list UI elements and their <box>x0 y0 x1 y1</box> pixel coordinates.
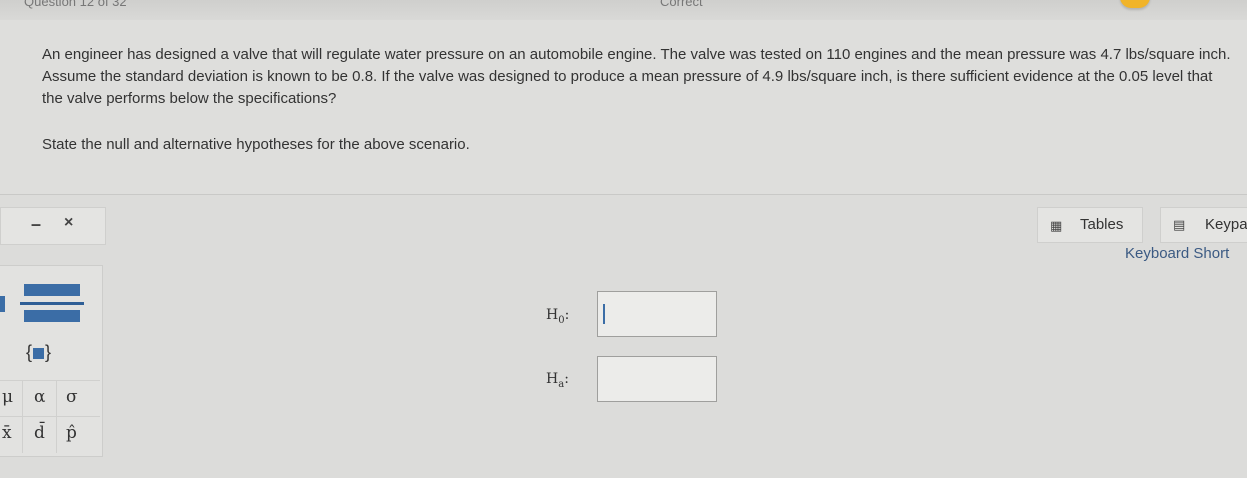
fraction-edge-marker <box>0 296 5 312</box>
x-bar-button[interactable]: x̄ <box>2 423 12 443</box>
sigma-button[interactable]: σ <box>66 387 78 407</box>
set-open-brace: { <box>26 342 33 362</box>
fraction-denominator-placeholder <box>24 310 80 322</box>
question-counter: Question 12 of 32 <box>24 0 127 9</box>
set-close-brace: } <box>45 342 52 362</box>
progress-badge[interactable] <box>1120 0 1150 8</box>
keypad-label: Keypa <box>1205 216 1247 233</box>
math-palette: {} μ α σ x̄ d̄ p̂ <box>0 265 103 457</box>
alternative-hypothesis-label: Ha: <box>546 371 569 390</box>
top-bar: Question 12 of 32 Correct <box>0 0 1247 21</box>
minimize-palette-button[interactable]: – <box>31 214 41 235</box>
fraction-numerator-placeholder <box>24 284 80 296</box>
question-panel: An engineer has designed a valve that wi… <box>0 20 1247 195</box>
alternative-hypothesis-input[interactable] <box>597 356 717 402</box>
close-palette-button[interactable]: × <box>64 214 73 232</box>
keypad-button[interactable]: ▤ Keypa <box>1160 207 1247 243</box>
symbol-row-stats: x̄ d̄ p̂ <box>0 416 100 453</box>
text-cursor <box>603 304 605 324</box>
alpha-button[interactable]: α <box>34 387 45 407</box>
d-bar-button[interactable]: d̄ <box>34 423 45 443</box>
keyboard-shortcuts-link[interactable]: Keyboard Short <box>1125 245 1229 262</box>
calculator-icon: ▤ <box>1173 217 1186 232</box>
question-text: An engineer has designed a valve that wi… <box>42 46 1231 107</box>
set-notation-button[interactable]: {} <box>26 342 51 363</box>
palette-toolbar: – × <box>0 207 106 245</box>
divider <box>22 417 23 453</box>
question-prompt: State the null and alternative hypothese… <box>42 136 470 153</box>
mu-button[interactable]: μ <box>2 387 13 407</box>
null-hypothesis-input[interactable] <box>597 291 717 337</box>
p-hat-button[interactable]: p̂ <box>66 423 77 443</box>
table-icon: ▦ <box>1050 218 1063 233</box>
null-hypothesis-label: H0: <box>546 307 570 326</box>
divider <box>22 381 23 417</box>
tables-button[interactable]: ▦ Tables <box>1037 207 1143 243</box>
set-placeholder <box>33 347 45 359</box>
answer-area: – × {} μ α σ x̄ d̄ p̂ H0: Ha: ▦ Tables ▤… <box>0 195 1247 478</box>
fraction-bar <box>20 302 84 305</box>
symbol-row-greek: μ α σ <box>0 380 100 417</box>
fraction-template-button[interactable] <box>0 272 100 324</box>
status-label: Correct <box>660 0 703 9</box>
tables-label: Tables <box>1080 216 1124 233</box>
divider <box>56 417 57 453</box>
divider <box>56 381 57 417</box>
